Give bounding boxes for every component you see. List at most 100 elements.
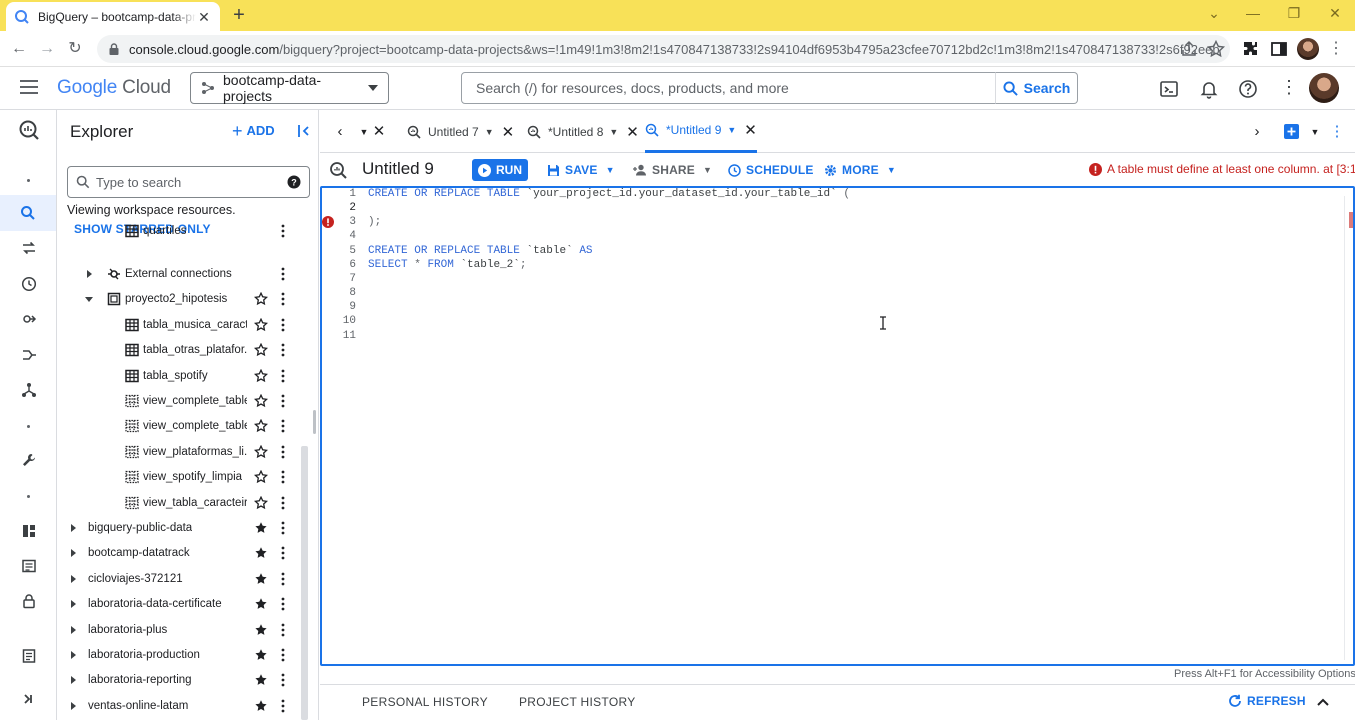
row-actions-kebab-icon[interactable]: [280, 546, 286, 560]
rail-sql-workspace[interactable]: [0, 195, 56, 231]
row-actions-kebab-icon[interactable]: [280, 419, 286, 433]
caret-down-icon[interactable]: ▼: [485, 127, 494, 137]
refresh-button[interactable]: REFRESH: [1228, 694, 1306, 708]
tab-search-icon[interactable]: ⌄: [1204, 5, 1224, 22]
tree-row[interactable]: tabla_spotify: [57, 363, 301, 388]
tree-project-row[interactable]: bigquery-public-data: [57, 515, 301, 540]
tree-project-row[interactable]: laboratoria-plus: [57, 617, 301, 642]
capacity-management-icon[interactable]: [18, 555, 40, 577]
browser-menu-icon[interactable]: ⋮: [1326, 39, 1346, 59]
query-validation-error[interactable]: A table must define at least one column.…: [1089, 162, 1355, 176]
caret-right-icon[interactable]: [68, 574, 78, 584]
tab-list-dropdown-icon[interactable]: ▼: [356, 124, 372, 140]
close-tab-icon[interactable]: ✕: [502, 123, 515, 141]
tree-project-row[interactable]: bootcamp-datatrack: [57, 541, 301, 566]
tree-row[interactable]: proyecto2_hipotesis: [57, 287, 301, 312]
star-filled-icon[interactable]: [254, 597, 268, 611]
tab-project-history[interactable]: PROJECT HISTORY: [519, 695, 636, 709]
row-actions-kebab-icon[interactable]: [280, 673, 286, 687]
settings-kebab-icon[interactable]: ⋮: [1280, 77, 1298, 98]
close-tab-icon[interactable]: ✕: [196, 9, 212, 25]
editor-tab[interactable]: Untitled 7 ▼ ✕: [407, 110, 514, 153]
release-notes-icon[interactable]: [18, 645, 40, 667]
explorer-search[interactable]: ?: [67, 166, 310, 198]
caret-right-icon[interactable]: [84, 269, 94, 279]
help-icon[interactable]: [1237, 78, 1259, 100]
star-filled-icon[interactable]: [254, 648, 268, 662]
project-selector[interactable]: bootcamp-data-projects: [190, 72, 389, 104]
row-actions-kebab-icon[interactable]: [280, 496, 286, 510]
scheduled-queries-icon[interactable]: [18, 273, 40, 295]
caret-right-icon[interactable]: [68, 701, 78, 711]
caret-right-icon[interactable]: [68, 523, 78, 533]
data-transfers-icon[interactable]: [18, 237, 40, 259]
row-actions-kebab-icon[interactable]: [280, 470, 286, 484]
side-panel-icon[interactable]: [1269, 39, 1289, 59]
browser-tab[interactable]: BigQuery – bootcamp-data-projects ✕: [6, 2, 220, 31]
bi-engine-icon[interactable]: [18, 520, 40, 542]
restore-icon[interactable]: ❐: [1284, 5, 1304, 22]
global-search-input[interactable]: [476, 80, 981, 96]
run-button[interactable]: RUN: [472, 159, 528, 181]
partner-center-icon[interactable]: [18, 379, 40, 401]
row-actions-kebab-icon[interactable]: [280, 699, 286, 713]
star-outline-icon[interactable]: [253, 368, 269, 383]
close-all-tabs-icon[interactable]: ✕: [371, 124, 387, 140]
policy-tags-lock-icon[interactable]: [18, 590, 40, 612]
close-window-icon[interactable]: ✕: [1325, 5, 1345, 22]
tree-project-row[interactable]: cicloviajes-372121: [57, 566, 301, 591]
tree-row[interactable]: view_tabla_caracteir...: [57, 490, 301, 515]
panel-resize-handle[interactable]: [313, 410, 316, 434]
caret-down-icon[interactable]: ▼: [727, 125, 736, 135]
bookmark-star-icon[interactable]: [1206, 39, 1226, 59]
cloud-shell-icon[interactable]: [1158, 78, 1180, 100]
extensions-icon[interactable]: [1241, 39, 1261, 59]
star-outline-icon[interactable]: [253, 291, 269, 306]
browser-profile-avatar[interactable]: [1297, 38, 1319, 60]
row-actions-kebab-icon[interactable]: [280, 369, 286, 383]
migration-wrench-icon[interactable]: [18, 449, 40, 471]
explorer-scrollbar[interactable]: [301, 446, 308, 720]
tree-project-row[interactable]: ventas-online-latam: [57, 693, 301, 718]
back-icon[interactable]: ←: [9, 39, 29, 59]
code-area[interactable]: CREATE OR REPLACE TABLE `your_project_id…: [368, 188, 1343, 664]
tree-project-row[interactable]: laboratoria-data-certificate: [57, 592, 301, 617]
main-menu-icon[interactable]: [20, 80, 38, 94]
minimize-icon[interactable]: —: [1243, 5, 1263, 21]
close-tab-icon[interactable]: ✕: [744, 121, 757, 139]
new-query-icon[interactable]: [1283, 124, 1299, 140]
row-actions-kebab-icon[interactable]: [280, 292, 286, 306]
star-outline-icon[interactable]: [253, 317, 269, 332]
row-actions-kebab-icon[interactable]: [280, 343, 286, 357]
tree-project-row[interactable]: laboratoria-reporting: [57, 668, 301, 693]
row-actions-kebab-icon[interactable]: [280, 394, 286, 408]
row-actions-kebab-icon[interactable]: [280, 224, 286, 238]
analytics-hub-icon[interactable]: [18, 308, 40, 330]
caret-down-icon[interactable]: [84, 294, 94, 304]
star-filled-icon[interactable]: [254, 572, 268, 586]
sql-editor[interactable]: 1 2 3 4 5 6 7 8 9 10 11 CREATE OR REPLACE TABLE `y…: [320, 186, 1355, 666]
star-outline-icon[interactable]: [253, 469, 269, 484]
save-button[interactable]: SAVE ▼: [547, 162, 615, 178]
star-filled-icon[interactable]: [254, 699, 268, 713]
row-actions-kebab-icon[interactable]: [280, 318, 286, 332]
star-filled-icon[interactable]: [254, 521, 268, 535]
caret-right-icon[interactable]: [68, 650, 78, 660]
google-cloud-logo[interactable]: Google Cloud: [57, 77, 171, 99]
search-button[interactable]: Search: [995, 72, 1078, 104]
row-actions-kebab-icon[interactable]: [280, 623, 286, 637]
star-outline-icon[interactable]: [253, 495, 269, 510]
tree-row[interactable]: tabla_otras_platafor...: [57, 338, 301, 363]
editor-scroll-track[interactable]: [1344, 196, 1345, 660]
dataform-icon[interactable]: [18, 344, 40, 366]
global-search[interactable]: [461, 72, 996, 104]
schedule-button[interactable]: SCHEDULE: [728, 162, 814, 178]
star-filled-icon[interactable]: [254, 623, 268, 637]
editor-tab[interactable]: *Untitled 8 ▼ ✕: [527, 110, 639, 153]
tree-row[interactable]: External connections: [57, 261, 301, 286]
new-tab-button[interactable]: +: [228, 4, 250, 26]
explorer-search-input[interactable]: [96, 174, 287, 190]
tab-personal-history[interactable]: PERSONAL HISTORY: [362, 695, 488, 709]
add-data-button[interactable]: + ADD: [232, 122, 275, 140]
share-button[interactable]: SHARE ▼: [633, 162, 712, 178]
